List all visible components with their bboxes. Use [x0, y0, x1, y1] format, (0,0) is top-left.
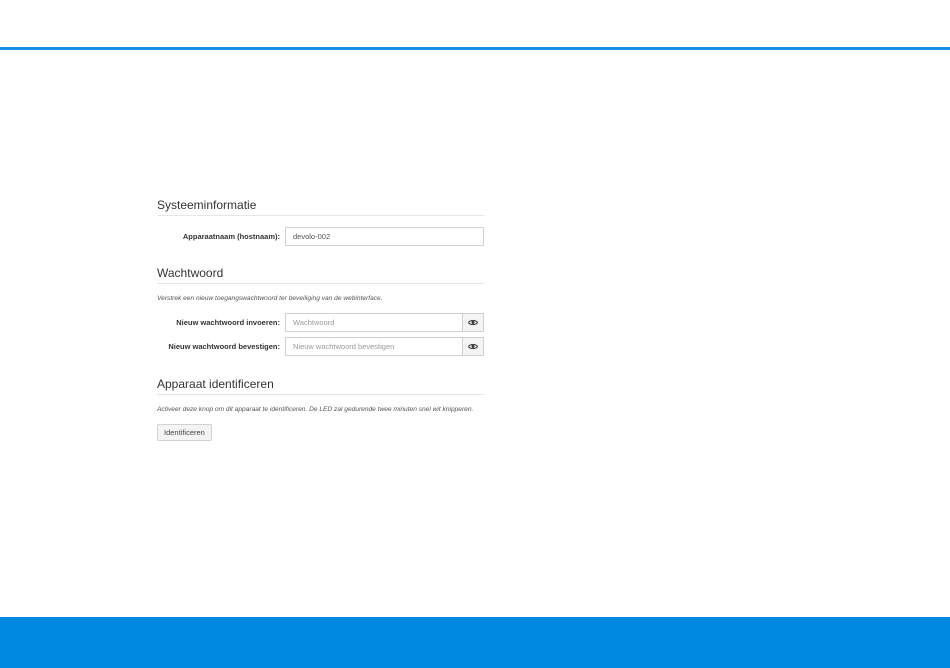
identify-button-wrap: Identificeren — [157, 422, 484, 441]
header-accent-line — [0, 47, 950, 50]
identify-button[interactable]: Identificeren — [157, 424, 212, 441]
show-confirm-password-button[interactable] — [462, 337, 484, 356]
password-title: Wachtwoord — [157, 266, 484, 284]
eye-icon — [468, 343, 478, 350]
show-new-password-button[interactable] — [462, 313, 484, 332]
system-info-title: Systeeminformatie — [157, 198, 484, 216]
settings-panel: Systeeminformatie Apparaatnaam (hostnaam… — [157, 198, 484, 441]
password-description: Verstrek een nieuw toegangswachtwoord te… — [157, 295, 383, 302]
hostname-row: Apparaatnaam (hostnaam): — [157, 227, 484, 246]
new-password-row: Nieuw wachtwoord invoeren: — [157, 313, 484, 332]
eye-icon — [468, 319, 478, 326]
new-password-label: Nieuw wachtwoord invoeren: — [176, 318, 280, 327]
identify-description: Activeer deze knop om dit apparaat te id… — [157, 406, 474, 413]
hostname-input[interactable] — [285, 227, 484, 246]
footer-bar — [0, 617, 950, 668]
new-password-input[interactable] — [285, 313, 462, 332]
hostname-label: Apparaatnaam (hostnaam): — [182, 232, 280, 241]
confirm-password-group — [285, 337, 484, 356]
new-password-group — [285, 313, 484, 332]
confirm-password-input[interactable] — [285, 337, 462, 356]
confirm-password-label: Nieuw wachtwoord bevestigen: — [168, 342, 280, 351]
identify-title: Apparaat identificeren — [157, 377, 484, 395]
confirm-password-row: Nieuw wachtwoord bevestigen: — [157, 337, 484, 356]
